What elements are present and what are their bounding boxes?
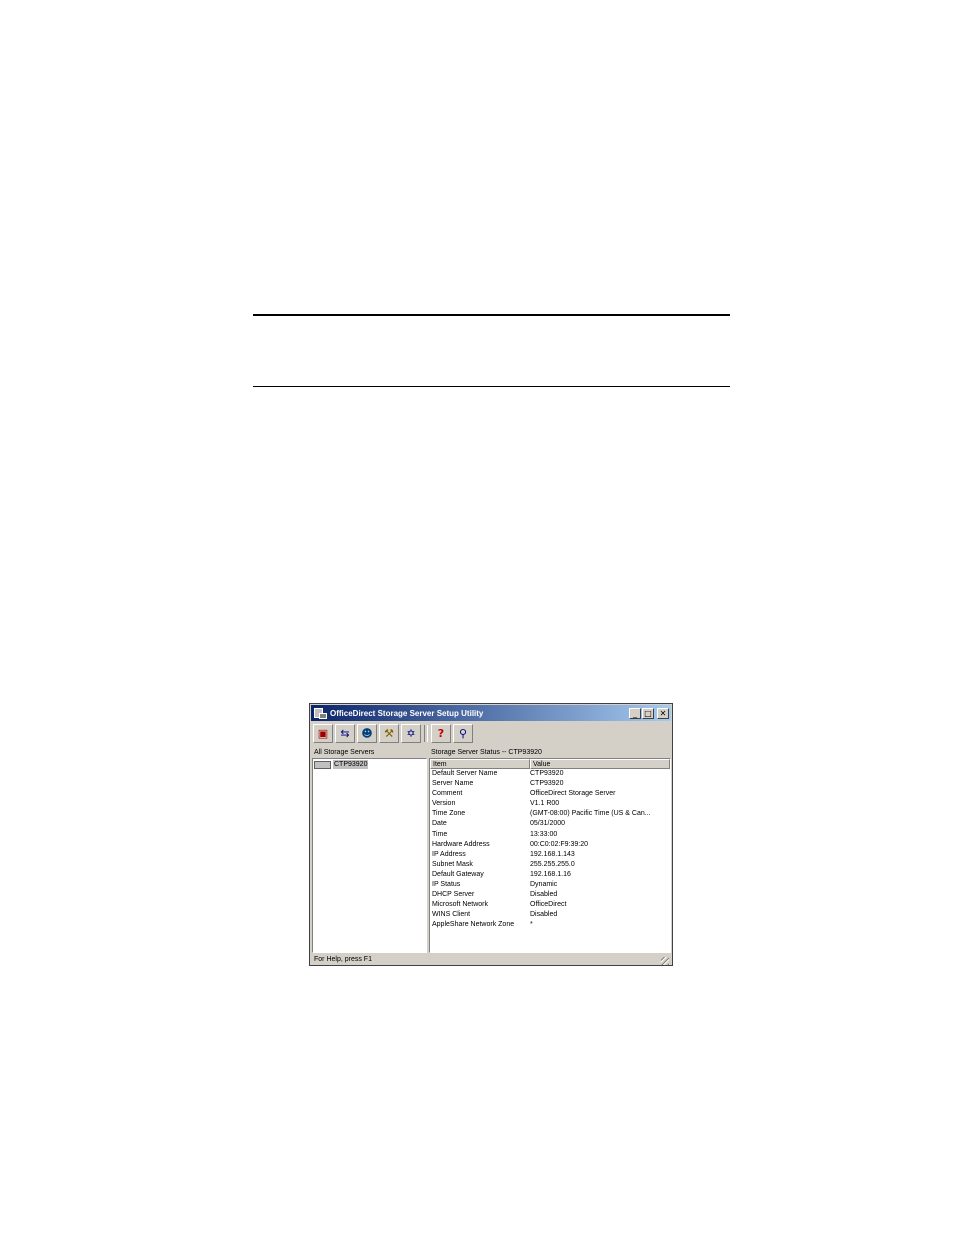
row-item: Time Zone [432, 810, 466, 818]
table-row[interactable]: Hardware Address 00:C0:02:F9:39:20 [430, 840, 670, 850]
row-item: Default Gateway [432, 870, 484, 878]
all-servers-header: All Storage Servers [314, 749, 375, 756]
column-header-item[interactable]: Item [430, 759, 530, 769]
toolbar: ▣ ⇆ ☻ ⚒ ✡ ? ⚲ [313, 723, 475, 744]
setup-utility-window: OfficeDirect Storage Server Setup Utilit… [309, 703, 673, 966]
row-value: Disabled [530, 891, 558, 899]
maximize-button[interactable]: □ [642, 707, 654, 719]
row-item: Hardware Address [432, 840, 490, 848]
status-list[interactable]: Item Value Default Server Name CTP93920 Se… [429, 758, 671, 953]
table-row[interactable]: DHCP Server Disabled [430, 890, 670, 900]
row-value: 05/31/2000 [530, 820, 566, 828]
row-value: (GMT-08:00) Pacific Time (US & Can... [530, 810, 651, 818]
table-row[interactable]: Microsoft Network OfficeDirect [430, 900, 670, 910]
row-value: 192.168.1.16 [530, 870, 571, 878]
table-row[interactable]: Default Gateway 192.168.1.16 [430, 870, 670, 880]
column-header-value[interactable]: Value [530, 759, 670, 769]
window-title: OfficeDirect Storage Server Setup Utilit… [330, 708, 484, 718]
row-item: Date [432, 820, 447, 828]
row-item: Subnet Mask [432, 860, 473, 868]
exit-icon[interactable]: ⚲ [453, 724, 473, 743]
minimize-button[interactable]: _ [629, 707, 641, 719]
tools-icon[interactable]: ⚒ [379, 724, 399, 743]
star-icon[interactable]: ✡ [401, 724, 421, 743]
row-item: AppleShare Network Zone [432, 921, 515, 929]
table-row[interactable]: Comment OfficeDirect Storage Server [430, 789, 670, 799]
table-row[interactable]: Server Name CTP93920 [430, 779, 670, 789]
table-row[interactable]: Time Zone (GMT-08:00) Pacific Time (US & … [430, 809, 670, 819]
table-row[interactable]: Subnet Mask 255.255.255.0 [430, 860, 670, 870]
row-item: Time [432, 830, 448, 838]
list-header: Item Value [430, 759, 670, 769]
table-row[interactable]: AppleShare Network Zone * [430, 920, 670, 930]
bottom-divider-rule [253, 386, 730, 387]
row-item: Comment [432, 790, 463, 798]
status-rows: Default Server Name CTP93920 Server Name CT… [430, 769, 670, 931]
row-item: Microsoft Network [432, 901, 489, 909]
row-value: 255.255.255.0 [530, 860, 575, 868]
row-value: 13:33:00 [530, 830, 558, 838]
row-item: IP Status [432, 881, 461, 889]
row-item: DHCP Server [432, 891, 475, 899]
row-item: Version [432, 800, 456, 808]
row-value: 192.168.1.143 [530, 850, 575, 858]
title-bar[interactable]: OfficeDirect Storage Server Setup Utilit… [311, 705, 671, 721]
all-servers-pane: All Storage Servers CTP93920 [312, 748, 427, 953]
users-icon[interactable]: ☻ [357, 724, 377, 743]
server-status-header: Storage Server Status -- CTP93920 [431, 749, 542, 756]
table-row[interactable]: IP Status Dynamic [430, 880, 670, 890]
row-value: V1.1 R00 [530, 800, 560, 808]
top-divider-rule [253, 314, 730, 316]
table-row[interactable]: Date 05/31/2000 [430, 819, 670, 829]
close-button[interactable]: ✕ [657, 707, 669, 719]
table-row[interactable]: Default Server Name CTP93920 [430, 769, 670, 779]
row-item: IP Address [432, 850, 466, 858]
row-value: OfficeDirect [530, 901, 567, 909]
table-row[interactable]: Time 13:33:00 [430, 830, 670, 840]
row-value: Disabled [530, 911, 558, 919]
status-bar: For Help, press F1 [312, 955, 670, 965]
server-config-icon[interactable]: ▣ [313, 724, 333, 743]
row-value: CTP93920 [530, 780, 564, 788]
toolbar-separator [424, 725, 428, 742]
help-icon[interactable]: ? [431, 724, 451, 743]
tree-item-server[interactable]: CTP93920 [314, 760, 426, 769]
table-row[interactable]: WINS Client Disabled [430, 910, 670, 920]
server-tree[interactable]: CTP93920 [312, 758, 427, 953]
table-row[interactable]: IP Address 192.168.1.143 [430, 850, 670, 860]
app-icon[interactable] [314, 707, 327, 719]
status-text: For Help, press F1 [314, 956, 372, 963]
row-value: Dynamic [530, 881, 558, 889]
table-row[interactable]: Version V1.1 R00 [430, 799, 670, 809]
row-item: Server Name [432, 780, 474, 788]
row-value: 00:C0:02:F9:39:20 [530, 840, 588, 848]
network-icon[interactable]: ⇆ [335, 724, 355, 743]
row-value: * [530, 921, 533, 929]
resize-grip[interactable] [661, 957, 669, 965]
server-icon [314, 760, 331, 769]
row-item: WINS Client [432, 911, 471, 919]
server-status-pane: Storage Server Status -- CTP93920 Item V… [429, 748, 671, 953]
row-value: OfficeDirect Storage Server [530, 790, 616, 798]
row-value: CTP93920 [530, 770, 564, 777]
tree-item-label: CTP93920 [333, 760, 369, 769]
row-item: Default Server Name [432, 770, 498, 777]
